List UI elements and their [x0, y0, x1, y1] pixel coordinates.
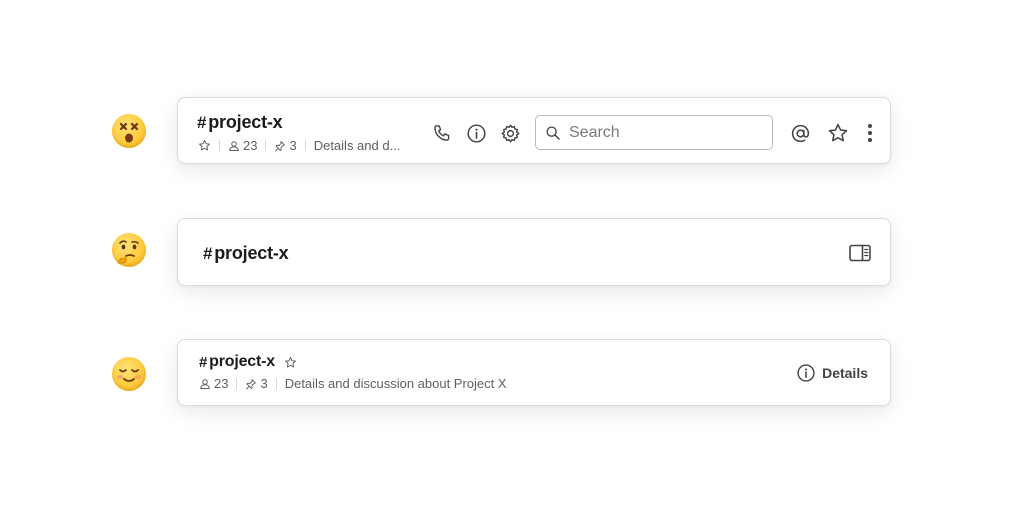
pin-icon	[275, 140, 286, 151]
thinking-face-emoji	[112, 233, 146, 267]
gear-icon	[500, 123, 520, 143]
channel-header-details: # project-x 23 3 Details and discussion a…	[177, 339, 891, 406]
dizzy-face-emoji	[112, 114, 146, 148]
sidebar-toggle-icon	[849, 244, 871, 262]
channel-title[interactable]: # project-x	[203, 243, 289, 264]
search-box[interactable]	[535, 115, 773, 150]
pin-count-button[interactable]: 3	[274, 138, 297, 153]
mentions-button[interactable]	[788, 121, 812, 145]
call-button[interactable]	[430, 121, 454, 145]
star-outline-icon	[199, 140, 210, 151]
details-label: Details	[822, 365, 868, 381]
kebab-menu-icon	[868, 124, 872, 142]
divider	[304, 140, 306, 151]
channel-settings-button[interactable]	[498, 121, 522, 145]
channel-description[interactable]: Details and discussion about Project X	[285, 376, 507, 391]
channel-hash: #	[199, 353, 208, 371]
person-icon	[200, 378, 210, 389]
member-count: 23	[243, 138, 258, 153]
stage: # project-x 23 3 Details and d... Search…	[0, 0, 1024, 513]
pin-count: 3	[289, 138, 297, 153]
info-icon	[466, 123, 486, 143]
channel-hash: #	[203, 244, 213, 263]
person-icon	[229, 140, 239, 151]
star-outline-icon[interactable]	[284, 356, 297, 369]
member-count-button[interactable]: 23	[199, 376, 228, 391]
channel-header-full: # project-x 23 3 Details and d...	[177, 97, 891, 164]
channel-name: project-x	[214, 243, 289, 263]
divider	[219, 140, 220, 151]
channel-description[interactable]: Details and d...	[314, 138, 401, 153]
saved-items-button[interactable]	[826, 121, 850, 145]
details-button[interactable]: Details	[796, 363, 868, 383]
channel-name: project-x	[209, 353, 275, 370]
channel-title[interactable]: # project-x	[199, 353, 297, 371]
member-count: 23	[214, 376, 229, 391]
channel-header-compact: # project-x	[177, 218, 891, 286]
star-toggle[interactable]	[198, 139, 211, 152]
channel-title[interactable]: # project-x	[197, 112, 283, 133]
more-options-button[interactable]	[858, 121, 882, 145]
info-icon	[797, 364, 815, 382]
channel-meta: 23 3 Details and d...	[198, 138, 400, 153]
divider	[265, 140, 267, 151]
channel-info-button[interactable]	[464, 121, 488, 145]
pin-count: 3	[260, 376, 268, 391]
smiling-face-emoji	[112, 357, 146, 391]
pin-count-button[interactable]: 3	[245, 376, 268, 391]
toggle-details-panel-button[interactable]	[848, 241, 872, 265]
phone-icon	[434, 125, 450, 141]
member-count-button[interactable]: 23	[228, 138, 257, 153]
divider	[236, 378, 238, 389]
channel-hash: #	[197, 113, 207, 132]
pin-icon	[246, 378, 257, 389]
channel-meta: 23 3 Details and discussion about Projec…	[199, 376, 507, 391]
at-sign-icon	[791, 124, 809, 142]
divider	[275, 378, 277, 389]
star-icon	[828, 123, 848, 142]
search-input[interactable]	[569, 123, 749, 142]
channel-name: project-x	[208, 112, 283, 132]
search-icon	[546, 125, 560, 140]
